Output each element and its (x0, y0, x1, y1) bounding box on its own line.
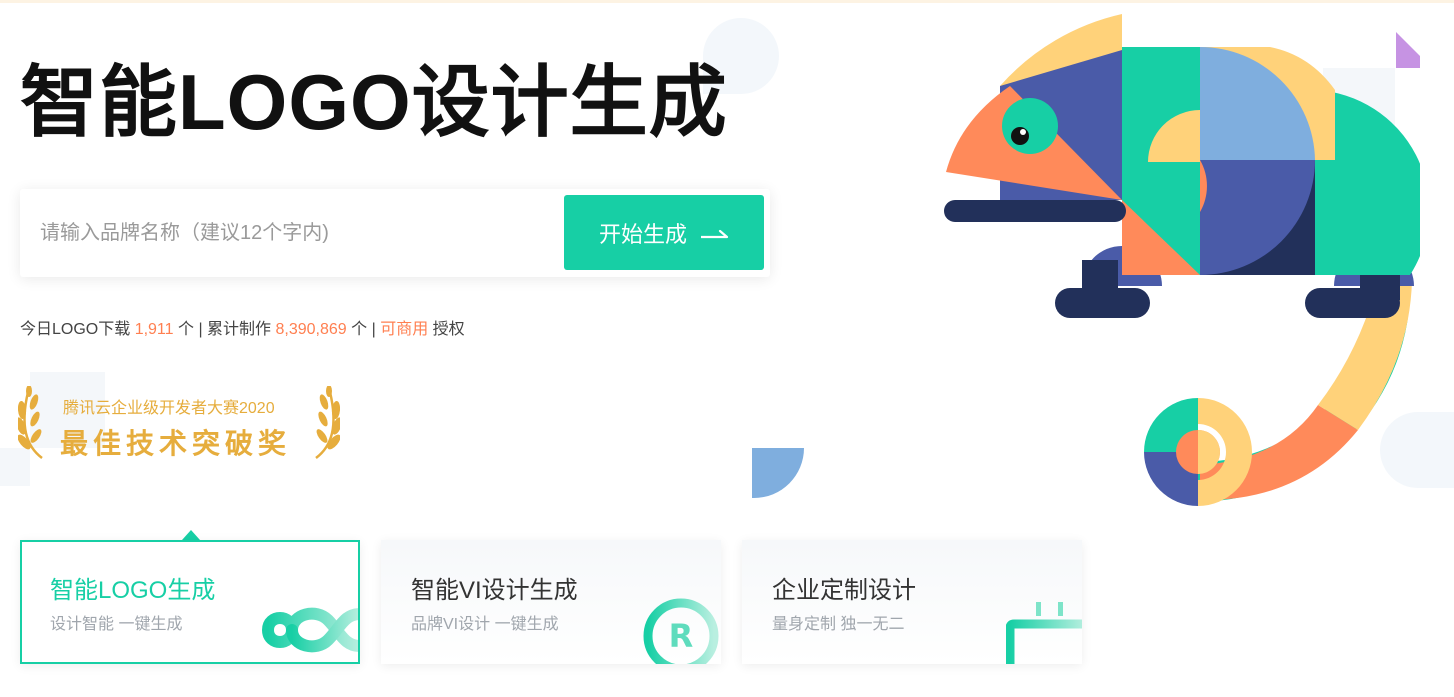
stats-mid: 个 | 累计制作 (173, 321, 276, 338)
decor-quarter-circle (752, 448, 804, 498)
search-box: 开始生成 (20, 189, 770, 277)
award-subtitle: 腾讯云企业级开发者大赛2020 (63, 400, 275, 417)
card-custom-design[interactable]: 企业定制设计 量身定制 独一无二 (742, 540, 1082, 664)
stats-mid: 个 | (346, 321, 381, 338)
card-logo-generate[interactable]: 智能LOGO生成 设计智能 一键生成 (20, 540, 360, 664)
top-accent-line (0, 0, 1454, 3)
brand-name-input[interactable] (40, 211, 550, 255)
registered-icon: R (639, 594, 721, 664)
card-title: 企业定制设计 (772, 577, 916, 604)
award-title: 最佳技术突破奖 (60, 428, 292, 459)
award-badge: 腾讯云企业级开发者大赛2020 最佳技术突破奖 (16, 384, 342, 465)
arrow-right-icon (699, 220, 729, 246)
stats-suffix: 授权 (428, 321, 465, 338)
svg-text:R: R (669, 617, 694, 655)
download-count: 1,911 (134, 321, 174, 338)
laurel-right-icon (308, 385, 342, 465)
card-subtitle: 设计智能 一键生成 (50, 616, 183, 633)
page-title: 智能LOGO设计生成 (20, 58, 728, 146)
stats-line: 今日LOGO下载 1,911 个 | 累计制作 8,390,869 个 | 可商… (20, 315, 465, 339)
commercial-link[interactable]: 可商用 (380, 321, 428, 338)
chameleon-illustration (940, 10, 1432, 515)
card-vi-generate[interactable]: 智能VI设计生成 品牌VI设计 一键生成 R (381, 540, 721, 664)
card-subtitle: 量身定制 独一无二 (772, 616, 905, 633)
infinity-icon (261, 600, 358, 662)
stats-prefix: 今日LOGO下载 (20, 321, 135, 338)
start-generate-button[interactable]: 开始生成 (564, 195, 764, 270)
plug-icon (1005, 598, 1082, 664)
card-title: 智能VI设计生成 (411, 577, 578, 604)
start-generate-label: 开始生成 (598, 221, 687, 247)
active-card-caret (182, 530, 200, 540)
card-subtitle: 品牌VI设计 一键生成 (411, 616, 559, 633)
laurel-left-icon (16, 385, 50, 465)
card-title: 智能LOGO生成 (50, 577, 216, 604)
total-count: 8,390,869 (275, 321, 347, 338)
